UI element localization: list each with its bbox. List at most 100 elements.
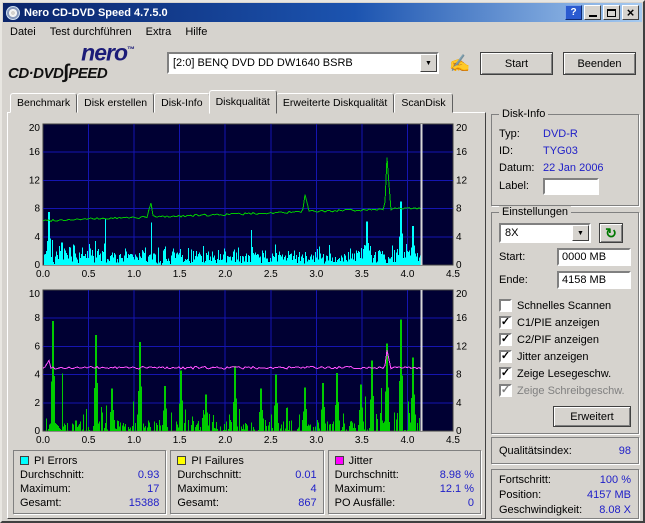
checkbox-jitter-anzeigen[interactable]: ✓ Jitter anzeigen [499,350,631,363]
checkbox-c2-pif-anzeigen[interactable]: ✓ C2/PIF anzeigen [499,333,631,346]
hand-icon[interactable]: ✍ [448,52,472,76]
progress-panel: Fortschritt: 100 % Position: 4157 MB Gesch… [491,469,639,519]
svg-text:3.5: 3.5 [355,435,369,445]
pi-failures-jitter-chart: 10 8 6 4 2 0 20 16 12 8 4 0 0.0 0.5 1.0 1.5 2.0 2.5 3.0 3.5… [13,285,481,445]
end-field-value: 4158 MB [562,274,607,286]
svg-text:1.5: 1.5 [173,435,187,445]
refresh-button[interactable]: ↻ [599,223,623,243]
stat-label: PO Ausfälle: [334,497,396,509]
svg-text:20: 20 [29,123,41,134]
tab-diskqualitaet[interactable]: Diskqualität [208,90,277,114]
settings-group-title: Einstellungen [499,206,572,218]
menu-datei[interactable]: Datei [3,24,43,40]
drive-select[interactable]: [2:0] BENQ DVD DD DW1640 BSRB ▼ [167,52,439,74]
advanced-button[interactable]: Erweitert [553,406,631,427]
nero-logo-brand: nero™ [81,39,135,66]
disk-info-group-title: Disk-Info [499,108,549,120]
svg-text:20: 20 [456,289,468,300]
pi-errors-legend-swatch [20,456,29,465]
check-icon: ✓ [500,367,511,379]
help-icon: ? [570,7,577,18]
position-label: Position: [499,489,542,501]
close-button[interactable]: × [622,5,639,20]
svg-text:2.0: 2.0 [218,435,232,445]
app-icon [6,5,20,20]
stat-value: 12.1 % [439,483,474,495]
svg-text:4: 4 [456,232,462,243]
svg-text:3.0: 3.0 [309,269,323,279]
stat-value: 8.98 % [439,469,474,481]
disk-info-label: Datum: [499,162,535,174]
svg-text:16: 16 [29,147,41,158]
check-icon: ✓ [500,350,511,362]
window-title: Nero CD-DVD Speed 4.7.5.0 [24,6,168,19]
disk-id-value: TYG03 [543,145,578,157]
svg-text:4: 4 [456,398,462,409]
svg-text:1.0: 1.0 [127,435,141,445]
disk-label-field[interactable] [543,178,599,195]
menu-test-durchfuehren[interactable]: Test durchführen [43,24,139,40]
disk-info-label: ID: [499,145,514,157]
svg-text:12: 12 [456,341,468,352]
checkbox-zeige-lesegeschw[interactable]: ✓ Zeige Lesegeschw. [499,367,631,380]
svg-text:0.5: 0.5 [82,269,96,279]
svg-text:2.5: 2.5 [264,269,278,279]
svg-text:3.0: 3.0 [309,435,323,445]
end-field[interactable]: 4158 MB [557,271,631,289]
close-icon: × [626,5,635,20]
progress-label: Fortschritt: [499,474,551,486]
maximize-button[interactable] [603,5,620,20]
svg-text:16: 16 [456,313,468,324]
checkbox-c1-pie-anzeigen[interactable]: ✓ C1/PIE anzeigen [499,316,631,329]
start-field-label: Start: [499,251,526,263]
progress-value: 100 % [599,474,631,486]
tab-scandisk[interactable]: ScanDisk [394,93,453,113]
checkbox-box[interactable]: ✓ [499,350,512,363]
stat-label: Maximum: [334,483,386,495]
tab-erweiterte-diskqualitaet[interactable]: Erweiterte Diskqualität [275,93,395,113]
diskqualitaet-tab-page: 20 16 12 8 4 0 20 16 12 8 4 0 0.0 0.5 1.0 1.5 2.0 2.5 3.0 3… [7,112,486,519]
checkbox-box[interactable]: ✓ [499,333,512,346]
svg-text:2.0: 2.0 [218,269,232,279]
tab-disk-erstellen[interactable]: Disk erstellen [77,93,155,113]
stat-value: 17 [147,483,160,495]
start-field[interactable]: 0000 MB [557,248,631,266]
checkbox-label: Schnelles Scannen [517,299,612,312]
disk-date-value: 22 Jan 2006 [543,162,604,174]
stat-label: Gesamt: [177,497,219,509]
hand-glyph: ✍ [449,54,471,73]
svg-text:4.0: 4.0 [400,269,414,279]
checkbox-box[interactable] [499,299,512,312]
pi-failures-panel-title: PI Failures [191,454,244,467]
menu-extra[interactable]: Extra [139,24,179,40]
stat-label: Durchschnitt: [177,469,242,481]
pi-failures-panel: PI Failures Durchschnitt: 0.01 Maximum: 4 … [170,450,324,514]
checkbox-box[interactable]: ✓ [499,367,512,380]
speed-select-dropdown-button[interactable]: ▼ [572,225,589,241]
tab-disk-info[interactable]: Disk-Info [154,93,210,113]
stat-label: Maximum: [20,483,71,495]
maximize-icon [607,8,616,17]
quit-button[interactable]: Beenden [563,52,636,75]
start-button[interactable]: Start [480,52,553,75]
checkbox-box[interactable]: ✓ [499,316,512,329]
svg-text:8: 8 [456,204,462,215]
title-bar[interactable]: Nero CD-DVD Speed 4.7.5.0 ? × [3,3,642,22]
speed-select[interactable]: 8X ▼ [499,223,591,243]
pi-errors-panel-title: PI Errors [34,454,78,467]
checkbox-schnelles-scannen[interactable]: Schnelles Scannen [499,299,631,312]
menu-hilfe[interactable]: Hilfe [178,24,214,40]
drive-select-dropdown-button[interactable]: ▼ [420,54,437,72]
svg-text:16: 16 [456,147,468,158]
tab-benchmark[interactable]: Benchmark [10,93,78,113]
minimize-button[interactable] [584,5,601,20]
svg-text:0.0: 0.0 [36,269,50,279]
speed-label: Geschwindigkeit: [499,504,583,516]
check-icon: ✓ [500,384,511,396]
help-button[interactable]: ? [565,5,582,20]
check-icon: ✓ [500,333,511,345]
svg-text:4: 4 [34,232,40,243]
checkbox-label: C1/PIE anzeigen [517,316,600,329]
stat-value: 0 [467,497,474,509]
stat-label: Durchschnitt: [20,469,85,481]
